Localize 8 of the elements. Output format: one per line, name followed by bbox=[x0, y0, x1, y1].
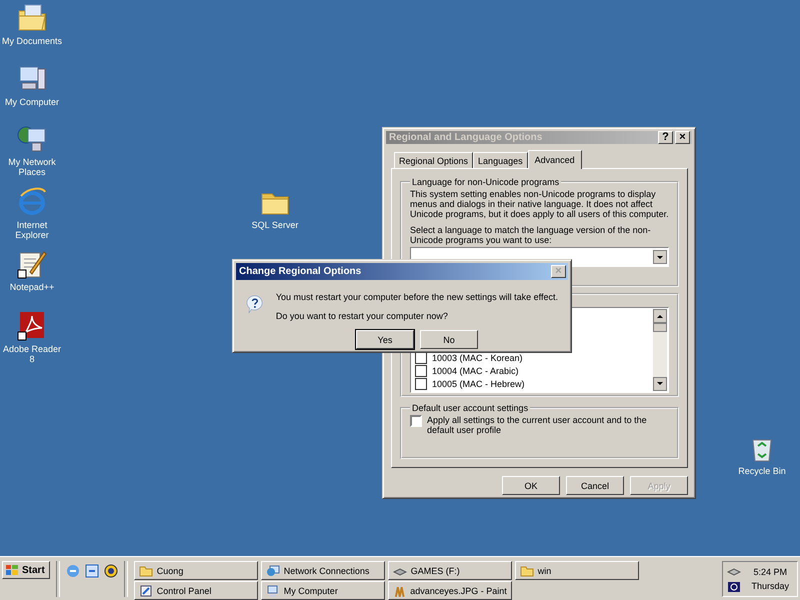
prompt-text: Select a language to match the language version of the non-Unicode programs you want to use: bbox=[410, 225, 652, 245]
window-title: Change Regional Options bbox=[239, 266, 362, 277]
description-text: This system setting enables non-Unicode programs to display menus and dialogs in their native language. It does not affect Unicode programs, but it does apply to all users of this computer. bbox=[410, 189, 669, 219]
group-title: Language for non-Unicode programs bbox=[411, 177, 560, 187]
window-title: Regional and Language Options bbox=[389, 132, 542, 143]
question-text: Do you want to restart your computer now? bbox=[276, 311, 449, 321]
group-title: Default user account settings bbox=[411, 403, 530, 413]
message-text: You must restart your computer before the new settings will take effect. bbox=[276, 292, 558, 302]
